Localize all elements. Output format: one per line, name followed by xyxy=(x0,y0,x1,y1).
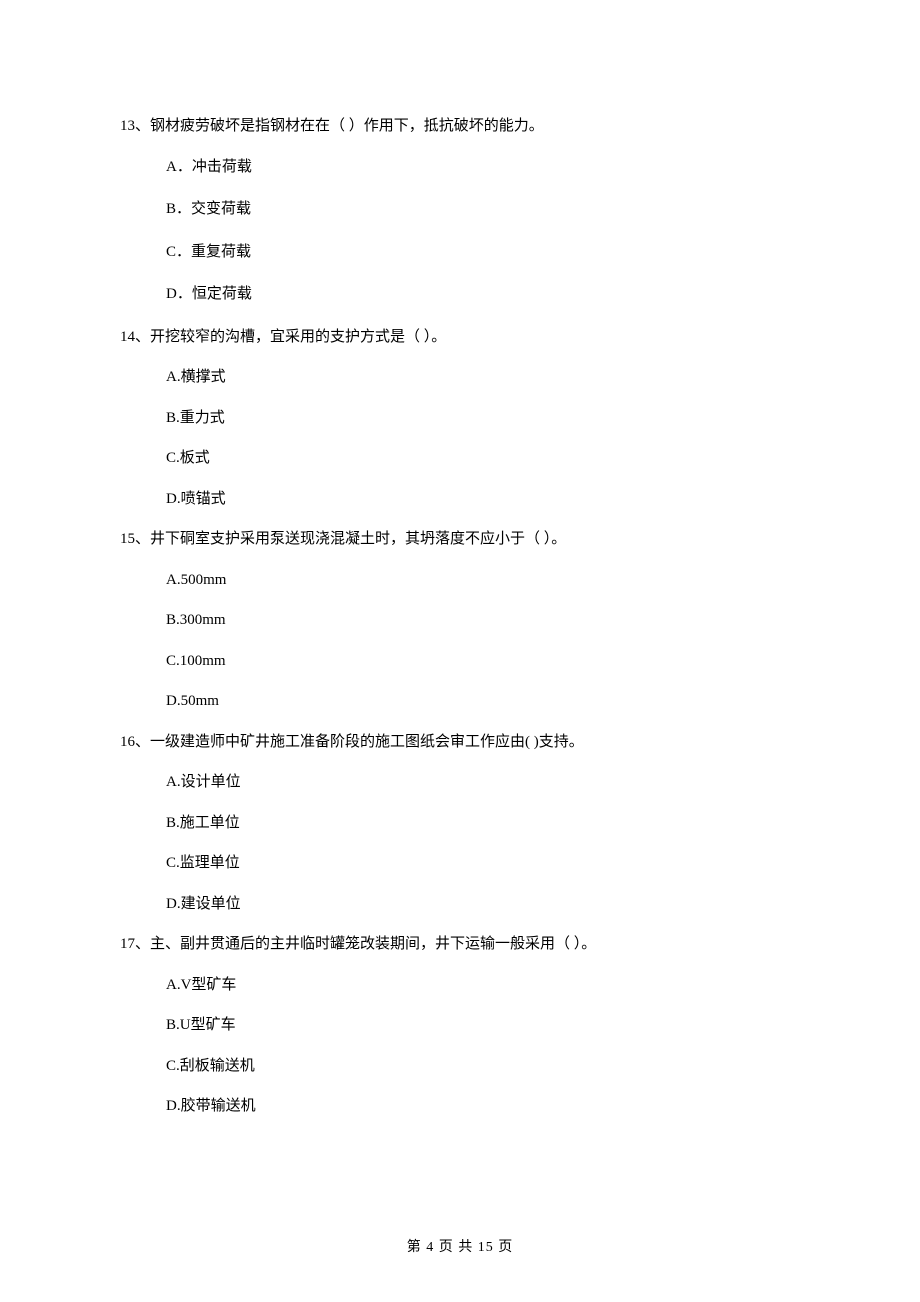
option-d: D.50mm xyxy=(166,690,800,713)
option-d: D．恒定荷载 xyxy=(166,283,800,306)
option-d: D.喷锚式 xyxy=(166,488,800,511)
question-stem: 15、井下硐室支护采用泵送现浇混凝土时，其坍落度不应小于（ ）。 xyxy=(120,528,800,551)
option-c: C．重复荷载 xyxy=(166,241,800,264)
question-number: 17、 xyxy=(120,936,150,952)
question-number: 15、 xyxy=(120,531,150,547)
question-stem: 16、一级建造师中矿井施工准备阶段的施工图纸会审工作应由( )支持。 xyxy=(120,731,800,754)
option-c: C.板式 xyxy=(166,447,800,470)
question-stem: 17、主、副井贯通后的主井临时罐笼改装期间，井下运输一般采用（ ）。 xyxy=(120,933,800,956)
options-group: A.设计单位 B.施工单位 C.监理单位 D.建设单位 xyxy=(166,771,800,915)
options-group: A.500mm B.300mm C.100mm D.50mm xyxy=(166,569,800,713)
question-stem: 13、钢材疲劳破坏是指钢材在在（ ）作用下，抵抗破坏的能力。 xyxy=(120,115,800,138)
question-text: 开挖较窄的沟槽，宜采用的支护方式是（ ）。 xyxy=(150,329,446,345)
option-b: B.施工单位 xyxy=(166,812,800,835)
question-text: 钢材疲劳破坏是指钢材在在（ ）作用下，抵抗破坏的能力。 xyxy=(150,118,544,134)
question-17: 17、主、副井贯通后的主井临时罐笼改装期间，井下运输一般采用（ ）。 A.V型矿… xyxy=(120,933,800,1118)
options-group: A.V型矿车 B.U型矿车 C.刮板输送机 D.胶带输送机 xyxy=(166,974,800,1118)
option-b: B.300mm xyxy=(166,609,800,632)
question-15: 15、井下硐室支护采用泵送现浇混凝土时，其坍落度不应小于（ ）。 A.500mm… xyxy=(120,528,800,713)
question-text: 主、副井贯通后的主井临时罐笼改装期间，井下运输一般采用（ ）。 xyxy=(150,936,596,952)
document-page: 13、钢材疲劳破坏是指钢材在在（ ）作用下，抵抗破坏的能力。 A．冲击荷载 B．… xyxy=(0,0,920,1302)
question-stem: 14、开挖较窄的沟槽，宜采用的支护方式是（ ）。 xyxy=(120,326,800,349)
question-13: 13、钢材疲劳破坏是指钢材在在（ ）作用下，抵抗破坏的能力。 A．冲击荷载 B．… xyxy=(120,115,800,306)
options-group: A．冲击荷载 B．交变荷载 C．重复荷载 D．恒定荷载 xyxy=(166,156,800,306)
options-group: A.横撑式 B.重力式 C.板式 D.喷锚式 xyxy=(166,366,800,510)
option-c: C.监理单位 xyxy=(166,852,800,875)
question-number: 16、 xyxy=(120,734,150,750)
option-d: D.建设单位 xyxy=(166,893,800,916)
option-a: A.V型矿车 xyxy=(166,974,800,997)
question-text: 井下硐室支护采用泵送现浇混凝土时，其坍落度不应小于（ ）。 xyxy=(150,531,566,547)
option-a: A.500mm xyxy=(166,569,800,592)
option-c: C.刮板输送机 xyxy=(166,1055,800,1078)
question-text: 一级建造师中矿井施工准备阶段的施工图纸会审工作应由( )支持。 xyxy=(150,734,584,750)
option-a: A.设计单位 xyxy=(166,771,800,794)
option-b: B.U型矿车 xyxy=(166,1014,800,1037)
option-b: B.重力式 xyxy=(166,407,800,430)
question-number: 13、 xyxy=(120,118,150,134)
option-a: A．冲击荷载 xyxy=(166,156,800,179)
option-d: D.胶带输送机 xyxy=(166,1095,800,1118)
question-14: 14、开挖较窄的沟槽，宜采用的支护方式是（ ）。 A.横撑式 B.重力式 C.板… xyxy=(120,326,800,511)
option-c: C.100mm xyxy=(166,650,800,673)
question-number: 14、 xyxy=(120,329,150,345)
option-b: B．交变荷载 xyxy=(166,198,800,221)
question-16: 16、一级建造师中矿井施工准备阶段的施工图纸会审工作应由( )支持。 A.设计单… xyxy=(120,731,800,916)
option-a: A.横撑式 xyxy=(166,366,800,389)
page-footer: 第 4 页 共 15 页 xyxy=(0,1236,920,1256)
